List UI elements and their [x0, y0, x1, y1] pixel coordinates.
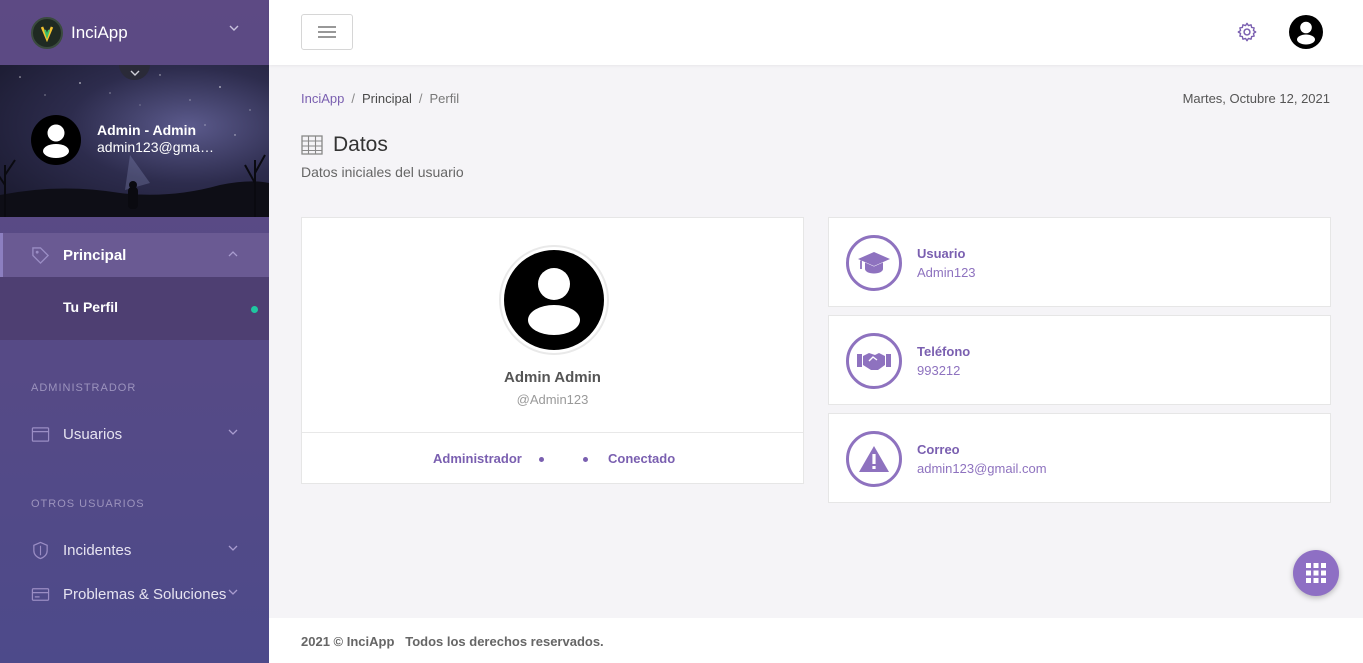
- sidebar-item-label: Usuarios: [63, 425, 123, 443]
- footer: 2021 © InciApp Todos los derechos reserv…: [269, 618, 1363, 663]
- menu-toggle-button[interactable]: [301, 14, 353, 50]
- section-label-admin: ADMINISTRADOR: [31, 382, 137, 394]
- info-value: admin123@gmail.com: [917, 461, 1047, 476]
- browser-window-icon: [31, 427, 50, 442]
- hamburger-icon: [318, 26, 336, 38]
- info-value: Admin123: [917, 265, 976, 280]
- grid-icon: [1306, 563, 1326, 583]
- profile-card-footer: Administrador Conectado: [302, 432, 803, 484]
- tag-icon: [32, 247, 50, 265]
- info-label: Teléfono: [917, 344, 971, 359]
- page-subtitle: Datos iniciales del usuario: [301, 164, 464, 180]
- sidebar-user-email: admin123@gmail.com: [97, 139, 217, 155]
- profile-username: @Admin123: [516, 392, 589, 407]
- table-icon: [301, 135, 323, 155]
- info-card-telefono: Teléfono 993212: [828, 315, 1331, 405]
- sidebar-item-incidentes[interactable]: Incidentes: [0, 528, 269, 572]
- section-label-otros: OTROS USUARIOS: [31, 498, 145, 510]
- chevron-down-icon[interactable]: [229, 25, 239, 32]
- user-avatar-icon: [504, 250, 604, 350]
- chevron-down-icon: [130, 70, 139, 76]
- sidebar-item-usuarios[interactable]: Usuarios: [0, 412, 269, 456]
- submenu-principal: Tu Perfil: [0, 277, 269, 340]
- status-dot: [583, 457, 588, 462]
- brand[interactable]: InciApp: [0, 0, 269, 65]
- graduation-cap-icon: [846, 235, 902, 291]
- info-card-usuario: Usuario Admin123: [828, 217, 1331, 307]
- page-title: Datos: [301, 133, 388, 157]
- active-indicator-dot: [251, 306, 258, 313]
- profile-card: Admin Admin @Admin123 Administrador Cone…: [301, 217, 804, 484]
- page-title-text: Datos: [333, 133, 388, 156]
- info-value: 993212: [917, 363, 961, 378]
- app-logo-icon: [31, 16, 63, 49]
- chevron-up-icon: [228, 251, 238, 257]
- role-badge: Administrador: [433, 451, 522, 466]
- sidebar-item-tu-perfil[interactable]: Tu Perfil: [63, 299, 118, 315]
- profile-avatar: [499, 245, 609, 355]
- sidebar-item-principal[interactable]: Principal: [0, 233, 269, 277]
- breadcrumb-link-root[interactable]: InciApp: [301, 91, 344, 106]
- apps-menu-button[interactable]: [1293, 550, 1339, 596]
- info-label: Usuario: [917, 246, 966, 261]
- sidebar: InciApp Admin - Admin admin123@gmail.c P…: [0, 0, 269, 663]
- sidebar-user-name: Admin - Admin: [97, 122, 197, 138]
- user-avatar-icon[interactable]: [31, 115, 81, 165]
- current-date: Martes, Octubre 12, 2021: [1182, 91, 1330, 106]
- info-label: Correo: [917, 442, 960, 457]
- profile-hero: Admin - Admin admin123@gmail.com: [0, 65, 269, 217]
- shield-icon: [33, 541, 48, 560]
- sidebar-item-label: Problemas & Soluciones: [63, 585, 227, 603]
- warning-icon: [846, 431, 902, 487]
- breadcrumb-link-principal[interactable]: Principal: [362, 91, 412, 106]
- credit-card-icon: [31, 588, 50, 601]
- user-avatar-icon[interactable]: [1289, 15, 1323, 49]
- gear-icon[interactable]: [1236, 21, 1258, 43]
- chevron-down-icon: [228, 589, 238, 595]
- profile-name: Admin Admin: [504, 369, 601, 386]
- sidebar-item-label: Principal: [63, 246, 127, 264]
- breadcrumb: InciApp / Principal / Perfil: [301, 91, 460, 106]
- handshake-icon: [846, 333, 902, 389]
- info-card-correo: Correo admin123@gmail.com: [828, 413, 1331, 503]
- chevron-down-icon: [228, 545, 238, 551]
- app-name: InciApp: [71, 22, 128, 42]
- sidebar-item-label: Incidentes: [63, 541, 132, 559]
- role-dot: [539, 457, 544, 462]
- chevron-down-icon: [228, 429, 238, 435]
- status-badge: Conectado: [608, 451, 676, 466]
- top-header: [269, 0, 1363, 65]
- sidebar-nav: Principal Tu Perfil: [0, 233, 269, 340]
- sidebar-item-problemas[interactable]: Problemas & Soluciones: [0, 572, 269, 616]
- footer-copyright: 2021 © InciApp Todos los derechos reserv…: [301, 634, 604, 649]
- breadcrumb-current: Perfil: [429, 91, 460, 106]
